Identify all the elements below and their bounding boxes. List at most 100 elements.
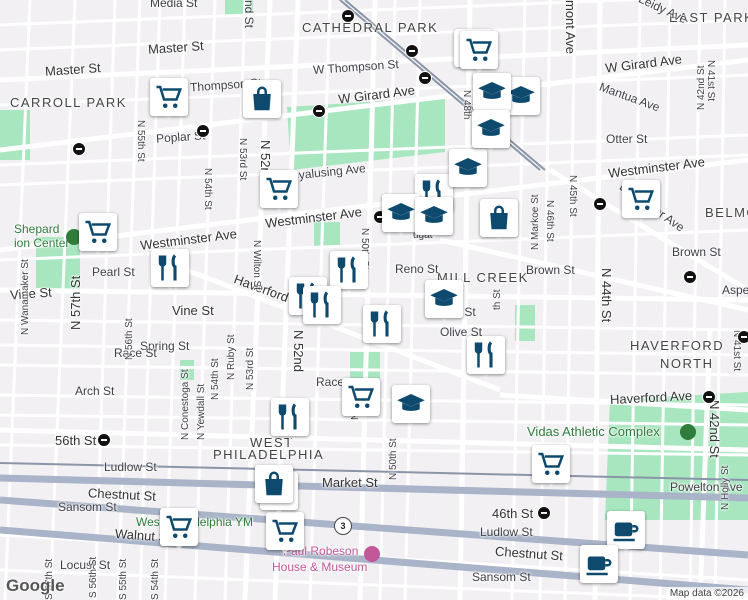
google-logo: Google	[6, 576, 65, 595]
restaurant-icon	[271, 398, 309, 436]
street-label: N 46th St	[544, 200, 555, 242]
poi-label[interactable]: Shepard	[14, 222, 59, 236]
grocery-marker[interactable]	[342, 378, 380, 422]
grocery-icon	[532, 445, 570, 483]
cafe-icon	[580, 545, 618, 583]
neighborhood-label: BELMO	[705, 205, 748, 220]
highway-shield: 3	[334, 517, 352, 535]
street-label: N 52nd	[291, 330, 306, 372]
grocery-icon	[342, 378, 380, 416]
shopping-bag-icon	[480, 199, 518, 237]
cafe-marker[interactable]	[580, 545, 618, 589]
transit-icon[interactable]	[312, 104, 326, 118]
street-label: Otter St	[606, 132, 648, 146]
street-label: Race St	[114, 346, 157, 360]
transit-icon[interactable]	[97, 433, 111, 447]
street-label: Powelton Ave	[670, 480, 743, 494]
school-marker[interactable]	[392, 385, 430, 429]
street-label: N 48th	[461, 90, 472, 120]
neighborhood-label: HAVERFORD	[630, 338, 725, 353]
street-label: Brown St	[526, 263, 575, 277]
street-label: N 54th St	[210, 358, 221, 400]
grocery-marker[interactable]	[460, 31, 498, 75]
street-label: Ludlow St	[104, 460, 157, 474]
grocery-marker[interactable]	[79, 213, 117, 257]
school-marker[interactable]	[472, 110, 510, 154]
grocery-icon	[622, 180, 660, 218]
street-label: nd St	[242, 0, 256, 29]
street-label: N Ruby St	[226, 334, 237, 380]
street-label: N Yewdall St	[196, 383, 207, 440]
shopping-bag-marker[interactable]	[480, 199, 518, 243]
street-label: N 56th St	[124, 318, 135, 360]
street-label: mont Ave	[563, 0, 578, 54]
street-label: Vine St	[172, 303, 214, 318]
park-area	[314, 222, 340, 248]
transit-icon[interactable]	[72, 142, 86, 156]
restaurant-marker[interactable]	[271, 398, 309, 442]
grocery-marker[interactable]	[260, 170, 298, 214]
street-label: N 41st St	[705, 60, 716, 102]
street-label: Sansom St	[472, 570, 531, 584]
transit-icon[interactable]	[683, 270, 697, 284]
park-pin-icon[interactable]	[680, 424, 696, 440]
street-label: N 44th St	[599, 268, 614, 323]
museum-pin-icon[interactable]	[364, 546, 380, 562]
poi-label[interactable]: ion Center	[14, 236, 69, 250]
street-label: Arch St	[75, 384, 115, 398]
street-label: N 42nd St	[707, 400, 722, 458]
grocery-icon	[150, 78, 188, 116]
transit-icon[interactable]	[418, 71, 432, 85]
street-label: N 45th St	[567, 175, 578, 217]
restaurant-marker[interactable]	[151, 249, 189, 293]
shopping-bag-marker[interactable]	[243, 80, 281, 124]
street-label: N 53rd St	[245, 347, 256, 390]
map-canvas[interactable]: CATHEDRAL PARK EAST PARK CARROLL PARK MI…	[0, 0, 748, 600]
street-label: N Conestoga St	[180, 369, 191, 440]
transit-icon[interactable]	[737, 330, 748, 344]
street-label: N 53rd St	[237, 138, 248, 181]
restaurant-marker[interactable]	[467, 336, 505, 380]
street-label: Brown St	[672, 245, 721, 259]
restaurant-marker[interactable]	[303, 286, 341, 330]
transit-icon[interactable]	[405, 44, 419, 58]
restaurant-icon	[330, 251, 368, 289]
school-icon	[425, 280, 463, 318]
shopping-bag-marker[interactable]	[255, 465, 293, 509]
grocery-icon	[79, 213, 117, 251]
poi-label[interactable]: Vidas Athletic Complex	[527, 424, 660, 439]
street-label: Market St	[322, 475, 378, 490]
grocery-marker[interactable]	[160, 508, 198, 552]
restaurant-marker[interactable]	[363, 305, 401, 349]
grocery-icon	[460, 31, 498, 69]
grocery-marker[interactable]	[532, 445, 570, 489]
cafe-icon	[607, 511, 645, 549]
street-label: S 56th St	[88, 556, 99, 598]
school-marker[interactable]	[425, 280, 463, 324]
shopping-bag-icon	[255, 465, 293, 503]
transit-icon[interactable]	[341, 9, 355, 23]
street-label: th St	[492, 289, 503, 310]
street-label: S 54th St	[150, 558, 161, 600]
transit-icon[interactable]	[537, 506, 551, 520]
grocery-marker[interactable]	[266, 512, 304, 556]
street-label: Locust St	[60, 558, 111, 572]
school-marker[interactable]	[415, 197, 453, 241]
school-icon	[472, 110, 510, 148]
neighborhood-label: CATHEDRAL PARK	[302, 20, 439, 35]
street-label: N Wanamaker St	[20, 259, 31, 335]
transit-icon[interactable]	[196, 124, 210, 138]
street-label: N Markoe St	[530, 194, 541, 250]
school-icon	[392, 385, 430, 423]
grocery-icon	[266, 512, 304, 550]
restaurant-icon	[363, 305, 401, 343]
poi-label[interactable]: House & Museum	[272, 560, 367, 574]
school-icon	[415, 197, 453, 235]
street-label: N Holly St	[720, 465, 731, 510]
school-marker[interactable]	[449, 149, 487, 193]
grocery-marker[interactable]	[150, 78, 188, 122]
transit-icon[interactable]	[702, 390, 716, 404]
transit-icon[interactable]	[593, 197, 607, 211]
grocery-marker[interactable]	[622, 180, 660, 224]
restaurant-icon	[467, 336, 505, 374]
